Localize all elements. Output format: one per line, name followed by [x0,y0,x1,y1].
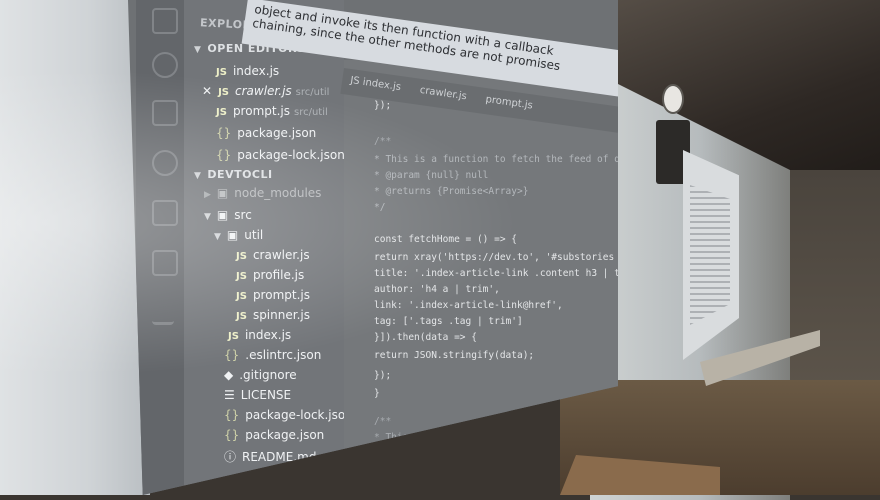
file-name: index.js [232,64,280,78]
markdown-icon: ⓘ [224,450,237,464]
file-name: .gitignore [239,368,297,382]
file-name: prompt.js [252,288,310,302]
code-line: author: 'h4 a | trim', [374,284,500,295]
check-icon[interactable] [152,300,174,325]
folder-icon: ▣ [216,208,229,222]
file-dir: src/util [293,107,328,118]
close-icon[interactable]: ✕ [202,84,212,98]
js-icon: JS [218,87,229,98]
code-line: }); [374,100,392,111]
file-name: package.json [245,428,325,442]
wall-clock [662,84,684,114]
explorer-sidebar: EXPLORER ▼ OPEN EDITORS JS index.js ✕ JS cra… [184,0,353,495]
json-icon: {} [224,428,240,442]
code-line: /** [374,136,392,147]
json-icon: {} [224,348,240,362]
extensions-icon[interactable] [152,200,178,226]
file-name: spinner.js [252,308,310,322]
open-editor-item[interactable]: {} package.json [216,126,316,140]
code-line: tag: ['.tags .tag | trim'] [374,316,523,327]
js-icon: JS [216,107,227,118]
projected-code-editor: EXPLORER ▼ OPEN EDITORS JS index.js ✕ JS cra… [128,0,618,495]
left-wall [0,0,150,495]
project-header[interactable]: ▼ DEVTOCLI [194,168,273,181]
chevron-down-icon: ▼ [204,212,211,222]
code-line: * @returns {Promise<Array>} [374,464,529,475]
tree-item-file[interactable]: JS spinner.js [236,308,310,322]
js-icon: JS [236,291,247,302]
file-name: package-lock.json [245,408,353,422]
code-line: * @param {null} null [374,170,489,181]
code-line: return JSON.stringify(data); [374,350,535,361]
tree-item-file[interactable]: {} package-lock.json [224,408,353,422]
chevron-down-icon: ▼ [194,171,202,181]
open-editor-item[interactable]: JS index.js [216,64,279,78]
file-name: LICENSE [240,388,292,402]
git-icon: ◆ [224,368,234,382]
file-dir: src/util [295,87,330,98]
file-name: prompt.js [232,104,290,118]
code-line: * @returns {Promise<Array>} [374,186,529,197]
project-label: DEVTOCLI [207,168,273,181]
file-name: crawler.js [252,248,310,262]
js-icon: JS [216,67,227,78]
open-editor-item[interactable]: {} package-lock.json [216,148,345,162]
second-projection-code [690,185,730,325]
tree-item-file[interactable]: JS profile.js [236,268,304,282]
code-line: * This is a function to fetch the feed o… [374,154,618,165]
tree-item-file[interactable]: ◆ .gitignore [224,368,297,382]
tree-item-folder[interactable]: ▼ ▣ util [214,228,263,242]
file-name: package.json [237,126,317,140]
tree-item-folder[interactable]: ▼ ▣ src [204,208,252,222]
json-icon: {} [216,148,232,162]
file-name: package-lock.json [237,148,345,162]
code-line: const fetchHome = () => { [374,234,517,245]
code-line: }]).then(data => { [374,332,477,343]
tree-item-file[interactable]: JS index.js [228,328,291,342]
tester-icon[interactable] [152,250,178,276]
folder-name: util [244,228,264,242]
files-icon[interactable] [152,8,178,34]
file-name: profile.js [252,268,305,282]
file-name: README.md [242,450,317,464]
folder-icon: ▣ [216,186,229,200]
js-icon: JS [236,311,247,322]
json-icon: {} [224,408,240,422]
chevron-right-icon: ▶ [204,190,211,200]
code-line: /** [374,416,392,427]
code-line: return xray('https://dev.to', '#substori… [374,252,618,263]
search-icon[interactable] [152,52,178,78]
tree-item-file[interactable]: JS prompt.js [236,288,310,302]
file-name: .eslintrc.json [245,348,322,362]
debug-icon[interactable] [152,150,178,176]
folder-icon: ▣ [226,228,239,242]
js-icon: JS [228,331,239,342]
code-line: title: '.index-article-link .content h3 … [374,268,618,279]
code-line: }); [374,370,392,381]
tree-item-file[interactable]: ⓘ README.md [224,448,316,465]
source-control-icon[interactable] [152,100,178,126]
chevron-down-icon: ▼ [214,232,221,242]
js-icon: JS [236,271,247,282]
tree-item-file[interactable]: {} .eslintrc.json [224,348,321,362]
tree-item-file[interactable]: {} package.json [224,428,324,442]
open-editor-item[interactable]: JS prompt.js src/util [216,104,328,118]
code-line: * @param {string} timeline [374,448,523,459]
file-name: index.js [244,328,292,342]
folder-name: node_modules [234,186,322,200]
tree-item-file[interactable]: JS crawler.js [236,248,310,262]
activity-bar [136,0,184,495]
json-icon: {} [216,126,232,140]
folder-name: src [234,208,252,222]
license-icon: ☰ [224,388,235,402]
open-editor-item[interactable]: ✕ JS crawler.js src/util [202,84,329,98]
tree-item-file[interactable]: ☰ LICENSE [224,388,291,402]
js-icon: JS [236,251,247,262]
code-line: link: '.index-article-link@href', [374,300,563,311]
file-name: crawler.js [235,84,292,98]
code-line: } [374,388,380,399]
chevron-down-icon: ▼ [194,45,202,55]
code-line: */ [374,202,386,213]
tree-item-folder[interactable]: ▶ ▣ node_modules [204,186,321,200]
